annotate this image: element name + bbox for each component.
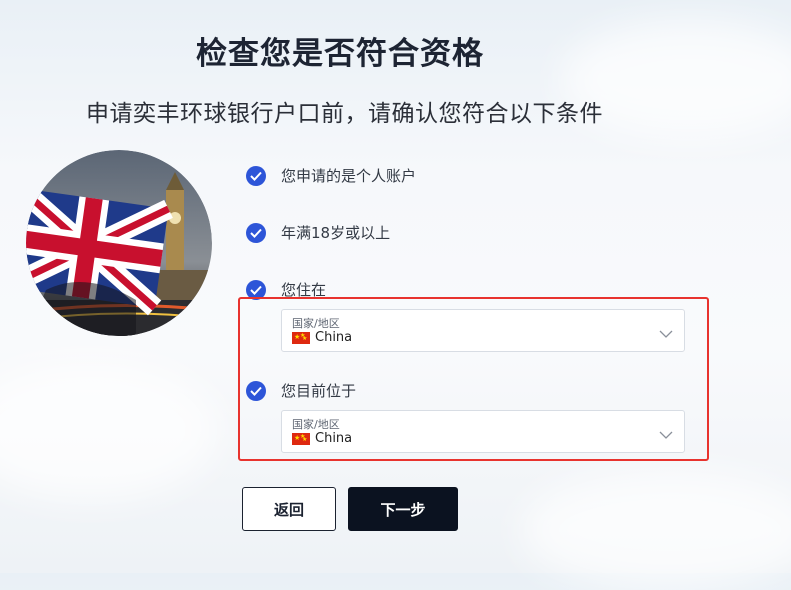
next-button[interactable]: 下一步 bbox=[348, 487, 458, 531]
condition-label: 您申请的是个人账户 bbox=[281, 167, 417, 185]
check-circle-icon bbox=[246, 165, 266, 186]
page-title: 检查您是否符合资格 bbox=[196, 36, 484, 72]
page-subtitle: 申请奕丰环球银行户口前，请确认您符合以下条件 bbox=[86, 101, 603, 127]
condition-label: 年满18岁或以上 bbox=[281, 224, 391, 242]
back-button[interactable]: 返回 bbox=[242, 487, 336, 531]
check-circle-icon bbox=[246, 222, 266, 243]
condition-personal-account: 您申请的是个人账户 bbox=[246, 165, 416, 186]
condition-age: 年满18岁或以上 bbox=[246, 222, 390, 243]
uk-flag-big-ben-image bbox=[26, 150, 212, 336]
highlight-annotation-box bbox=[238, 297, 709, 461]
